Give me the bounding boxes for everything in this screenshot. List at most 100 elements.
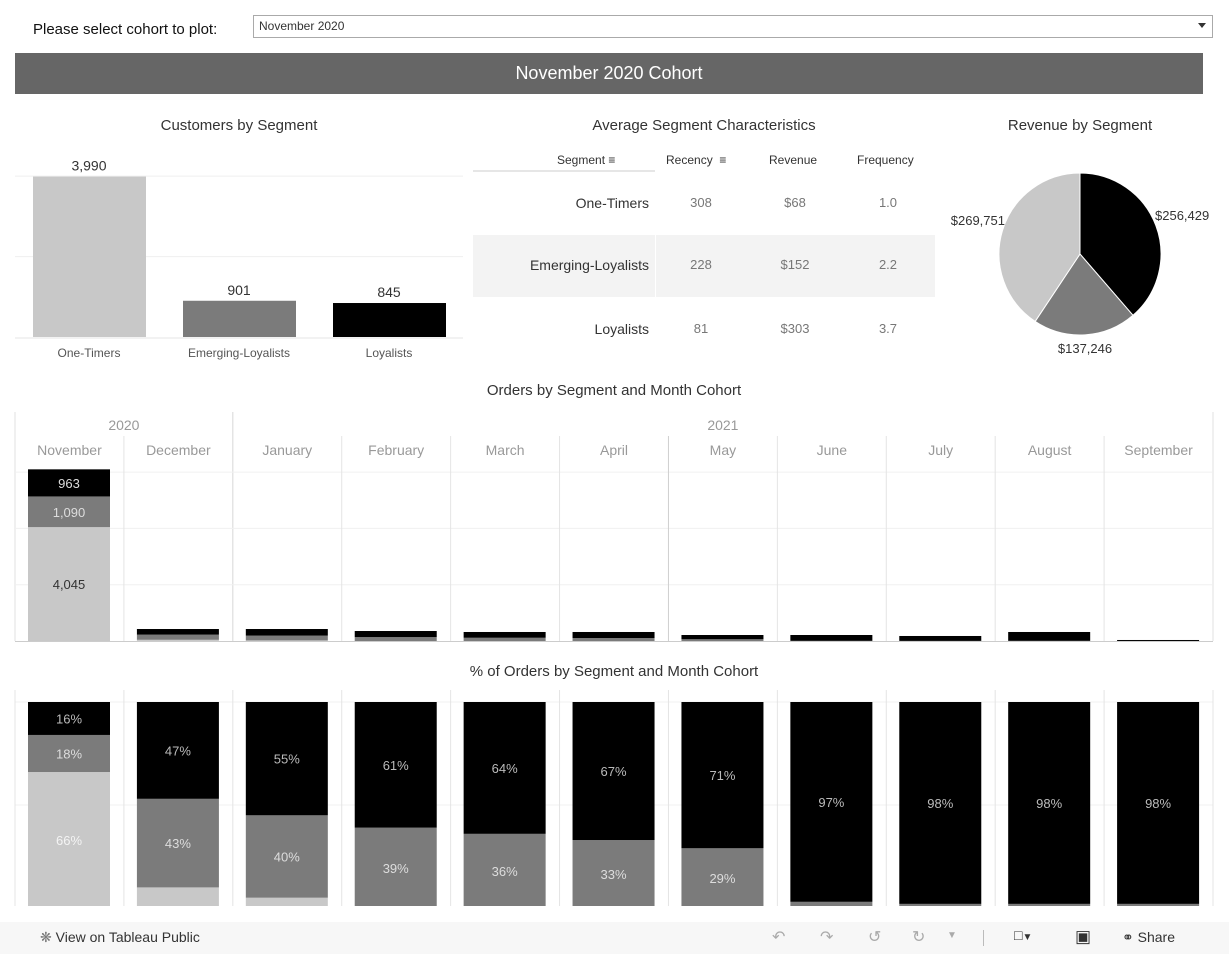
bar-segment-emerging-loyalists[interactable]	[463, 637, 546, 641]
month-header[interactable]: May	[710, 442, 736, 458]
category-label: One-Timers	[58, 346, 121, 360]
month-header[interactable]: March	[486, 442, 525, 458]
bar-segment-loyalists[interactable]	[899, 635, 982, 641]
bar-value-label: 3,990	[71, 158, 106, 174]
month-header[interactable]: November	[37, 442, 102, 458]
bar-segment-emerging-loyalists[interactable]	[136, 634, 219, 640]
table-cell: 2.2	[878, 257, 898, 272]
bar-pct-label: 43%	[165, 836, 191, 851]
table-cell: 228	[690, 257, 712, 272]
fullscreen-icon[interactable]: ▣	[1075, 927, 1091, 947]
bar-segment-loyalists[interactable]	[354, 631, 437, 638]
bar-pct-label: 98%	[1145, 796, 1171, 811]
bar-pct-label: 98%	[1036, 796, 1062, 811]
bar-segment-loyalists[interactable]	[136, 629, 219, 635]
bar-segment-loyalists[interactable]	[1117, 639, 1200, 641]
bar-value-label: 901	[227, 282, 251, 298]
bar-segment-emerging-loyalists[interactable]	[1008, 903, 1091, 906]
header-recency-label: Recency	[666, 153, 713, 167]
category-label: Emerging-Loyalists	[188, 346, 290, 360]
bar-segment-loyalists[interactable]	[245, 629, 328, 636]
month-header[interactable]: February	[368, 442, 424, 458]
month-header[interactable]: December	[146, 442, 211, 458]
header-divider	[473, 170, 655, 172]
redo-icon[interactable]: ↷	[820, 927, 833, 947]
month-header[interactable]: June	[817, 442, 848, 458]
month-header[interactable]: January	[262, 442, 312, 458]
sort-icon[interactable]: ≡	[719, 153, 726, 167]
share-icon: ⚭	[1122, 929, 1134, 945]
refresh-icon[interactable]: ↻	[912, 927, 925, 947]
bar-segment-loyalists[interactable]	[681, 635, 764, 640]
bar-value-label: 4,045	[53, 577, 86, 592]
view-on-tableau-link[interactable]: ❋ View on Tableau Public	[40, 929, 200, 946]
bar-segment-emerging-loyalists[interactable]	[245, 635, 328, 641]
table-cell: $152	[780, 257, 810, 272]
undo-icon[interactable]: ↶	[772, 927, 785, 947]
customers-chart-title: Customers by Segment	[160, 117, 318, 134]
download-icon[interactable]: □▼	[1014, 927, 1032, 943]
bar-pct-label: 16%	[56, 711, 82, 726]
share-button[interactable]: ⚭ Share	[1122, 929, 1175, 946]
bar-segment-loyalists[interactable]	[1008, 631, 1091, 641]
bar-segment-one-timers[interactable]	[136, 887, 219, 906]
segment-name: Loyalists	[594, 321, 649, 337]
orders-chart-title: Orders by Segment and Month Cohort	[486, 382, 742, 399]
table-cell: $303	[780, 321, 810, 336]
bar-segment-one-timers[interactable]	[245, 897, 328, 906]
month-header[interactable]: April	[600, 442, 628, 458]
header-segment[interactable]: Segment ≡	[557, 153, 615, 167]
cohort-select-value: November 2020	[259, 19, 345, 33]
table-title: Average Segment Characteristics	[592, 117, 816, 134]
table-cell: 3.7	[878, 321, 898, 336]
bar-segment-emerging-loyalists[interactable]	[572, 638, 655, 641]
orders-by-month-chart[interactable]: 2020 2021 November 4,045 1,090 963 December Jan…	[0, 405, 1229, 645]
bar-pct-label: 29%	[709, 871, 735, 886]
bar-pct-label: 67%	[601, 764, 627, 779]
view-on-tableau-label: View on Tableau Public	[55, 929, 200, 945]
segment-characteristics-table: Segment ≡ Recency ≡ Revenue Frequency On…	[473, 150, 935, 350]
tableau-toolbar: ❋ View on Tableau Public ↶ ↷ ↺ ↻ ▼ □▼ ▣ …	[0, 922, 1229, 954]
header-segment-label: Segment	[557, 153, 606, 167]
pie-value-label: $137,246	[1058, 341, 1112, 356]
table-cell: $68	[784, 195, 806, 210]
bar-segment-loyalists[interactable]	[790, 635, 873, 641]
tableau-logo-icon: ❋	[40, 929, 52, 945]
chevron-down-icon	[1198, 23, 1206, 28]
header-recency[interactable]: Recency ≡	[666, 153, 726, 167]
bar-segment-loyalists[interactable]	[463, 631, 546, 638]
bar-pct-label: 33%	[601, 867, 627, 882]
month-header[interactable]: September	[1124, 442, 1193, 458]
bar-segment-one-timers[interactable]	[245, 640, 328, 641]
revert-icon[interactable]: ↺	[868, 927, 881, 947]
bar-segment-emerging-loyalists[interactable]	[1117, 903, 1200, 906]
bar-value-label: 845	[377, 284, 401, 300]
refresh-dropdown-icon[interactable]: ▼	[947, 930, 957, 941]
segment-name: One-Timers	[575, 195, 649, 211]
year-header: 2021	[707, 417, 738, 433]
revenue-by-segment-chart[interactable]: $256,429 $137,246 $269,751	[935, 160, 1229, 365]
sort-icon[interactable]: ≡	[608, 153, 615, 167]
bar-pct-label: 61%	[383, 758, 409, 773]
bar-segment-loyalists[interactable]	[572, 631, 655, 639]
segment-name: Emerging-Loyalists	[529, 257, 649, 273]
customers-by-segment-chart[interactable]: 3,990 One-Timers 901 Emerging-Loyalists 845 L…	[0, 140, 470, 370]
bar-segment-one-timers[interactable]	[136, 639, 219, 641]
pie-value-label: $269,751	[951, 213, 1005, 228]
bar-one-timers[interactable]	[33, 176, 146, 337]
bar-segment-emerging-loyalists[interactable]	[790, 901, 873, 906]
bar-segment-emerging-loyalists[interactable]	[899, 903, 982, 906]
header-revenue: Revenue	[769, 153, 818, 167]
bar-pct-label: 40%	[274, 850, 300, 865]
bar-segment-emerging-loyalists[interactable]	[354, 637, 437, 641]
bar-pct-label: 64%	[492, 761, 518, 776]
bar-loyalists[interactable]	[333, 303, 446, 337]
bar-pct-label: 18%	[56, 747, 82, 762]
bar-emerging-loyalists[interactable]	[183, 300, 296, 337]
bar-segment-emerging-loyalists[interactable]	[681, 639, 764, 641]
pct-orders-by-month-chart[interactable]: 66% 18% 16% 43% 47% 40% 55% 39% 61% 36% 64% 33% 67% 2…	[0, 690, 1229, 906]
month-header[interactable]: July	[928, 442, 953, 458]
toolbar-divider	[983, 930, 984, 946]
cohort-select[interactable]: November 2020	[253, 15, 1213, 38]
month-header[interactable]: August	[1028, 442, 1072, 458]
